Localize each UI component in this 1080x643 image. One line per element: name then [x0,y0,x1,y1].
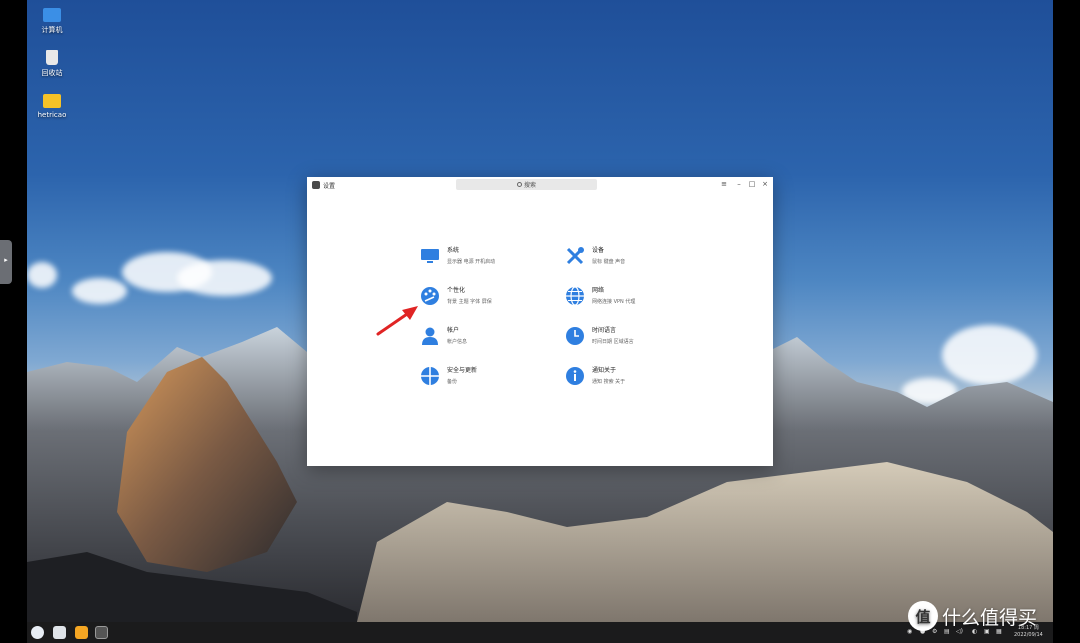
search-placeholder: 搜索 [523,182,536,189]
tools-icon [566,247,584,265]
item-subtitle: 帐户信息 [447,339,468,345]
item-subtitle: 备份 [447,379,458,385]
cloud [177,260,272,296]
close-button[interactable]: × [760,180,770,189]
cloud [27,262,57,288]
item-title: 系统 [447,247,460,254]
item-subtitle: 网络连接 VPN 代理 [592,299,636,305]
start-menu-button[interactable] [31,626,44,639]
desktop-icon-computer[interactable]: 计算机 [32,8,72,35]
watermark-badge: 值 [908,601,938,631]
settings-item-personalization[interactable]: 个性化 背景 主题 字体 屏保 [420,286,492,306]
desktop-icon-label: 回收站 [41,69,63,77]
info-icon [566,367,584,385]
item-title: 通知关于 [592,367,617,374]
shield-icon [421,367,439,385]
search-icon [516,182,522,187]
desktop-icon-label: 计算机 [41,26,63,34]
item-title: 设备 [592,247,605,254]
side-panel-handle[interactable]: ▸ [0,240,12,284]
taskbar: ◉ ● ⚙ ▤ ◁) ◐ ▣ ▦ 18:17 周 2022/09/14 [27,622,1053,643]
clock-icon [566,327,584,345]
search-input[interactable]: 搜索 [456,179,597,190]
annotation-arrow [376,306,418,336]
folder-icon [43,94,61,108]
item-title: 时间语言 [592,327,617,334]
settings-item-security-update[interactable]: 安全与更新 备份 [420,366,477,386]
item-subtitle: 通知 搜索 关于 [592,379,626,385]
settings-taskbar-button[interactable] [95,626,108,639]
item-title: 个性化 [447,287,466,294]
desktop-icon-trash[interactable]: 回收站 [32,50,72,78]
palette-icon [421,287,439,305]
user-icon [422,327,438,345]
minimize-button[interactable]: – [734,180,744,189]
item-title: 帐户 [447,327,460,334]
menu-button[interactable]: ≡ [719,180,729,189]
monitor-icon [421,249,439,263]
computer-icon [43,8,61,22]
desktop-icon-folder[interactable]: hetricao [32,94,72,119]
settings-item-notifications-about[interactable]: 通知关于 通知 搜索 关于 [565,366,625,386]
settings-app-icon [312,181,320,189]
settings-item-account[interactable]: 帐户 帐户信息 [420,326,467,346]
item-title: 安全与更新 [447,367,478,374]
expand-arrow-icon: ▸ [4,256,8,264]
watermark: 值 什么值得买 [908,601,1037,631]
file-manager-button[interactable] [53,626,66,639]
cloud [72,278,127,304]
trash-icon [46,50,58,65]
desktop-icon-label: hetricao [37,111,67,119]
settings-item-system[interactable]: 系统 显示器 电源 开机启动 [420,246,495,266]
globe-icon [566,286,584,306]
settings-item-devices[interactable]: 设备 鼠标 键盘 声音 [565,246,625,266]
maximize-button[interactable]: □ [747,180,757,189]
app-store-button[interactable] [75,626,88,639]
item-subtitle: 背景 主题 字体 屏保 [447,299,492,305]
window-title: 设置 [323,183,336,190]
item-subtitle: 鼠标 键盘 声音 [592,259,626,265]
settings-item-network[interactable]: 网络 网络连接 VPN 代理 [565,286,635,306]
clock-date: 2022/09/14 [1014,632,1043,638]
settings-item-time-language[interactable]: 时间语言 时间日期 区域语言 [565,326,634,346]
watermark-text: 什么值得买 [942,606,1038,629]
item-subtitle: 显示器 电源 开机启动 [447,259,496,265]
item-title: 网络 [592,287,605,294]
item-subtitle: 时间日期 区域语言 [592,339,634,345]
titlebar[interactable]: 设置 搜索 ≡ – □ × [307,177,773,193]
